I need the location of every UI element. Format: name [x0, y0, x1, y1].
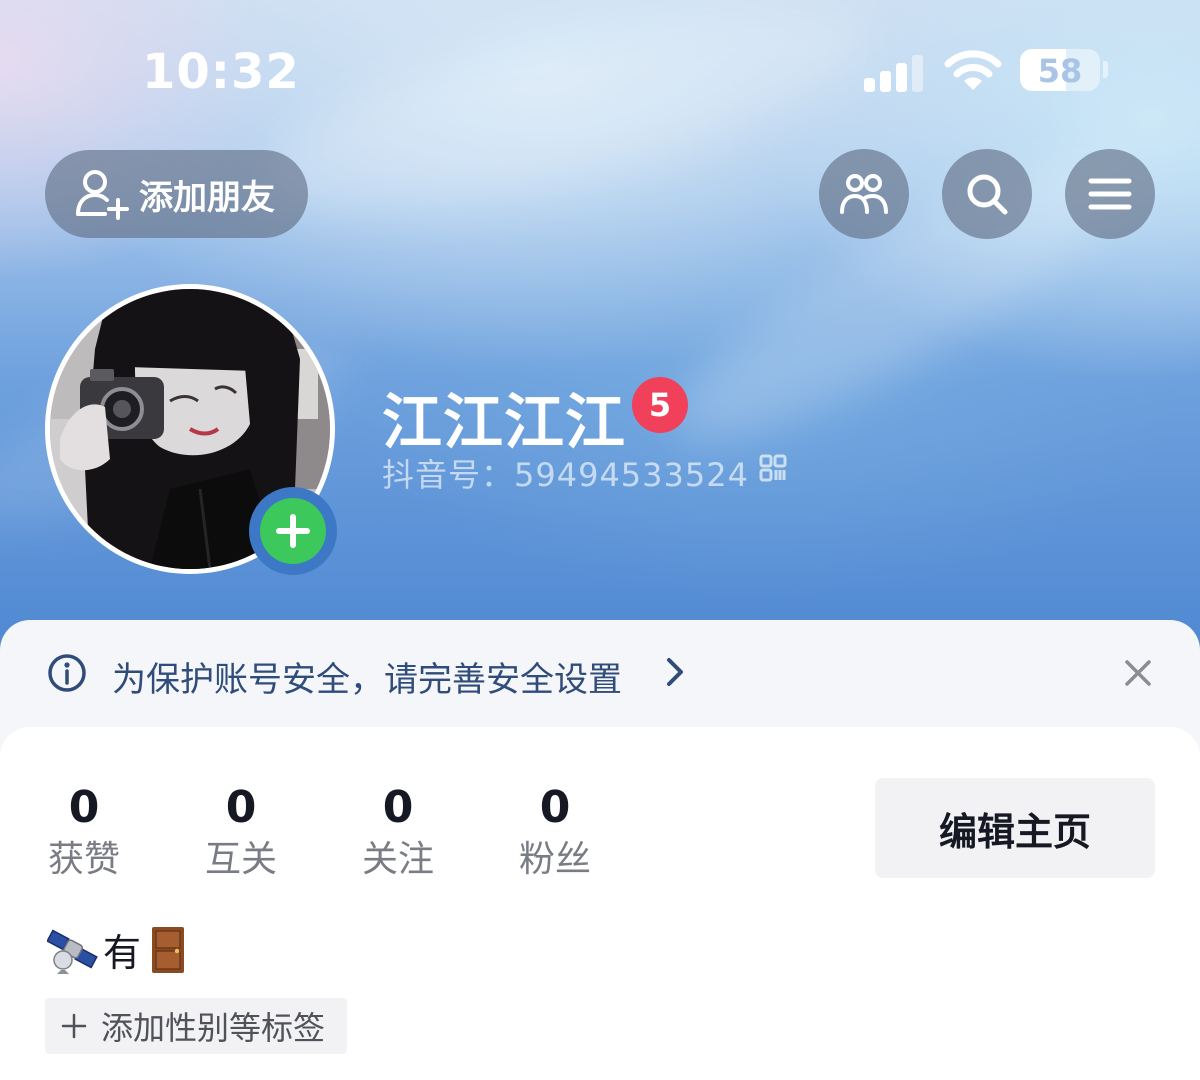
battery-percent: 58	[1037, 52, 1083, 90]
cellular-signal-icon	[864, 52, 928, 92]
account-id[interactable]: 抖音号：59494533524	[382, 450, 749, 496]
edit-profile-button[interactable]: 编辑主页	[875, 778, 1155, 878]
battery-tip	[1103, 61, 1108, 78]
qr-code-icon[interactable]	[759, 454, 787, 482]
stat-label: 获赞	[47, 839, 120, 880]
menu-button[interactable]	[1065, 149, 1155, 239]
stat-value: 0	[225, 782, 257, 833]
stat-label: 互关	[204, 839, 277, 880]
door-emoji	[152, 926, 185, 973]
satellite-emoji	[47, 928, 98, 974]
add-tags-button[interactable]: 添加性别等标签	[45, 998, 347, 1054]
stat-likes[interactable]: 0 获赞	[29, 782, 139, 882]
add-friend-label: 添加朋友	[139, 177, 275, 218]
friends-icon	[840, 174, 888, 214]
search-button[interactable]	[942, 149, 1032, 239]
info-icon	[48, 654, 86, 692]
wifi-icon	[944, 50, 1002, 90]
battery-icon: 58	[1020, 49, 1100, 91]
plus-icon	[276, 514, 310, 548]
stat-value: 0	[382, 782, 414, 833]
security-notice-text[interactable]: 为保护账号安全，请完善安全设置	[112, 652, 622, 701]
profile-nickname: 江江江江	[382, 388, 626, 458]
chevron-right-icon	[667, 658, 683, 686]
bio-text: 有	[103, 931, 142, 975]
stat-value: 0	[68, 782, 100, 833]
search-icon	[967, 174, 1008, 215]
add-friend-button[interactable]: 添加朋友	[45, 150, 308, 238]
stat-mutual[interactable]: 0 互关	[186, 782, 296, 882]
add-person-icon	[76, 170, 129, 220]
friends-button[interactable]	[819, 149, 909, 239]
stat-following[interactable]: 0 关注	[343, 782, 453, 882]
profile-bio: 有	[47, 922, 187, 977]
add-tags-label: 添加性别等标签	[101, 1009, 326, 1047]
stat-value: 0	[539, 782, 571, 833]
add-avatar-story-button[interactable]	[249, 487, 337, 575]
menu-icon	[1088, 178, 1132, 210]
close-icon[interactable]	[1124, 659, 1152, 687]
status-time: 10:32	[142, 44, 300, 100]
stat-label: 关注	[361, 839, 434, 880]
plus-icon	[61, 1013, 87, 1039]
stat-label: 粉丝	[518, 839, 591, 880]
stat-followers[interactable]: 0 粉丝	[500, 782, 610, 882]
level-badge[interactable]: 5	[632, 377, 688, 433]
